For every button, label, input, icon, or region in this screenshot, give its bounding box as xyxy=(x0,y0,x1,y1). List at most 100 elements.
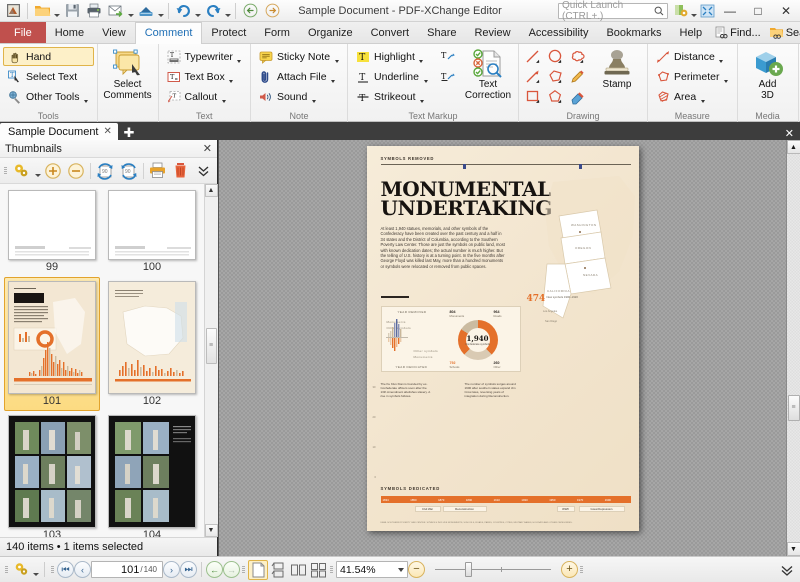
expand-grip[interactable] xyxy=(580,562,584,577)
view-mode-two-pages-continuous[interactable] xyxy=(308,560,328,580)
close-icon[interactable]: ✕ xyxy=(203,142,212,155)
nav-group-grip[interactable] xyxy=(51,562,55,577)
text-box-dropdown-icon[interactable] xyxy=(228,69,235,85)
undo-icon[interactable] xyxy=(172,1,194,21)
tool-area[interactable]: Area xyxy=(651,87,734,106)
distance-dropdown-icon[interactable] xyxy=(718,49,725,65)
options-dropdown-icon[interactable] xyxy=(690,1,698,21)
tool-eraser[interactable] xyxy=(566,87,588,107)
page-settings-dropdown-icon[interactable] xyxy=(32,560,40,580)
scroll-up-icon[interactable]: ▲ xyxy=(786,140,800,154)
perimeter-dropdown-icon[interactable] xyxy=(723,69,730,85)
fullscreen-icon[interactable] xyxy=(698,2,716,20)
forward-view-button[interactable]: → xyxy=(223,561,240,578)
thumbnails-scroll-track[interactable]: ≡ xyxy=(204,197,218,524)
page-settings-icon[interactable] xyxy=(11,559,32,580)
forward-icon[interactable] xyxy=(261,1,283,21)
zoom-slider[interactable] xyxy=(429,560,557,580)
back-view-button[interactable]: ← xyxy=(206,561,223,578)
tool-attach-file[interactable]: Attach File xyxy=(254,67,344,86)
thumbnails-scrollbar[interactable]: ▲ ≡ ▼ xyxy=(204,184,218,537)
view-mode-grip[interactable] xyxy=(242,562,246,577)
menu-tab-review[interactable]: Review xyxy=(465,22,519,43)
view-mode-two-pages[interactable] xyxy=(288,560,308,580)
other-tools-dropdown-icon[interactable] xyxy=(83,89,90,105)
document-scroll-thumb[interactable]: ≡ xyxy=(787,394,800,421)
menu-tab-comment[interactable]: Comment xyxy=(134,22,203,44)
rotate-counterclockwise-icon[interactable]: 90 xyxy=(118,160,140,182)
scan-icon[interactable] xyxy=(135,1,157,21)
text-correction-button[interactable]: Text Correction xyxy=(461,47,515,101)
print-pages-icon[interactable] xyxy=(147,160,169,182)
document-scroll-track[interactable]: ≡ xyxy=(786,154,800,542)
tool-replace-text[interactable]: T xyxy=(435,68,459,87)
email-dropdown-icon[interactable] xyxy=(127,1,135,21)
redo-icon[interactable] xyxy=(202,1,224,21)
previous-page-button[interactable]: ‹ xyxy=(74,561,91,578)
stamp-button[interactable]: Stamp xyxy=(590,47,644,90)
tool-distance[interactable]: Distance xyxy=(651,47,734,66)
expand-toolbar-icon[interactable] xyxy=(776,559,797,580)
minimize-button[interactable]: — xyxy=(716,0,744,22)
next-page-button[interactable]: › xyxy=(163,561,180,578)
menu-tab-organize[interactable]: Organize xyxy=(299,22,362,43)
tool-ellipse[interactable] xyxy=(544,47,566,67)
tool-insert-text[interactable]: T xyxy=(435,48,459,67)
menu-tab-home[interactable]: Home xyxy=(46,22,93,43)
thumbnail-page-102[interactable]: 102 xyxy=(104,277,200,411)
bottom-toolbar-grip[interactable] xyxy=(5,562,9,577)
zoom-group-grip[interactable] xyxy=(330,562,334,577)
zoom-out-button[interactable]: − xyxy=(408,561,425,578)
menu-tab-file[interactable]: File xyxy=(0,22,46,43)
tool-typewriter[interactable]: T Typewriter xyxy=(162,47,247,66)
new-tab-button[interactable]: ✚ xyxy=(120,125,138,140)
page-number-input[interactable]: 101 / 140 xyxy=(91,561,163,578)
zoom-slider-thumb[interactable] xyxy=(465,562,472,577)
zoom-in-icon[interactable] xyxy=(42,160,64,182)
tool-other-tools[interactable]: Other Tools xyxy=(3,87,94,106)
close-all-tabs-icon[interactable]: ✕ xyxy=(785,127,800,140)
scroll-down-icon[interactable]: ▼ xyxy=(204,524,218,537)
tool-sound[interactable]: Sound xyxy=(254,87,344,106)
underline-dropdown-icon[interactable] xyxy=(422,69,429,85)
scan-dropdown-icon[interactable] xyxy=(157,1,165,21)
quick-launch-input[interactable]: Quick Launch (CTRL+.) xyxy=(558,0,668,22)
tool-pencil[interactable] xyxy=(566,67,588,87)
select-comments-button[interactable]: Select Comments xyxy=(101,47,155,101)
save-icon[interactable] xyxy=(61,1,83,21)
redo-dropdown-icon[interactable] xyxy=(224,1,232,21)
scroll-up-icon[interactable]: ▲ xyxy=(204,184,218,197)
menu-tab-view[interactable]: View xyxy=(93,22,135,43)
zoom-out-icon[interactable] xyxy=(65,160,87,182)
tool-polygon[interactable] xyxy=(544,67,566,87)
undo-dropdown-icon[interactable] xyxy=(194,1,202,21)
area-dropdown-icon[interactable] xyxy=(699,89,706,105)
open-dropdown-icon[interactable] xyxy=(53,1,61,21)
document-vertical-scrollbar[interactable]: ▲ ≡ ▼ xyxy=(786,140,800,556)
thumbnail-page-101[interactable]: 101 xyxy=(4,277,100,411)
back-icon[interactable] xyxy=(239,1,261,21)
open-icon[interactable] xyxy=(31,1,53,21)
thumbnail-page-100[interactable]: 100 xyxy=(104,186,200,277)
strikeout-dropdown-icon[interactable] xyxy=(418,89,425,105)
zoom-level-select[interactable]: 41.54% xyxy=(336,561,408,578)
tool-highlight[interactable]: T Highlight xyxy=(351,47,433,66)
close-button[interactable]: ✕ xyxy=(772,0,800,22)
first-page-button[interactable]: ⏮ xyxy=(57,561,74,578)
menu-tab-share[interactable]: Share xyxy=(418,22,465,43)
sticky-note-dropdown-icon[interactable] xyxy=(333,49,340,65)
menu-tab-form[interactable]: Form xyxy=(255,22,299,43)
highlight-dropdown-icon[interactable] xyxy=(418,49,425,65)
menu-tab-accessibility[interactable]: Accessibility xyxy=(520,22,598,43)
print-icon[interactable] xyxy=(83,1,105,21)
rotate-clockwise-icon[interactable]: 90 xyxy=(94,160,116,182)
view-mode-continuous[interactable] xyxy=(268,560,288,580)
typewriter-dropdown-icon[interactable] xyxy=(236,49,243,65)
tool-rectangle[interactable] xyxy=(522,87,544,107)
options-icon[interactable] xyxy=(672,2,690,20)
callout-dropdown-icon[interactable] xyxy=(220,89,227,105)
close-icon[interactable]: ✕ xyxy=(104,126,112,137)
menu-tab-convert[interactable]: Convert xyxy=(362,22,419,43)
thumbnail-options-icon[interactable] xyxy=(11,160,33,182)
last-page-button[interactable]: ⏭ xyxy=(180,561,197,578)
